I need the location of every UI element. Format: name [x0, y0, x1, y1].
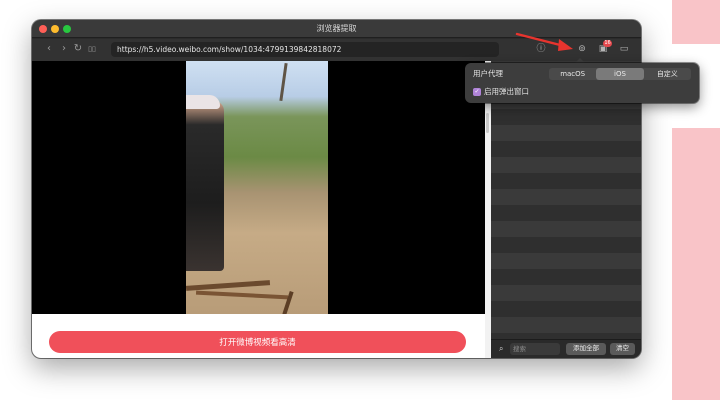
bookmarks-icon[interactable]: ▯▯	[86, 42, 98, 56]
enable-popups-label: 启用弹出窗口	[484, 87, 529, 96]
list-row	[491, 253, 641, 269]
search-icon: ⌕	[499, 344, 504, 353]
list-row	[491, 317, 641, 333]
toolbar: ‹ › ↻ ▯▯ https://h5.video.weibo.com/show…	[32, 39, 641, 61]
video-wood	[186, 280, 271, 291]
user-agent-icon[interactable]: ⊚	[575, 42, 589, 56]
web-content: 打开微博视频看高清	[32, 61, 485, 358]
clear-button[interactable]: 清空	[610, 343, 635, 355]
segment-custom[interactable]: 自定义	[644, 68, 691, 80]
enable-popups-checkbox[interactable]: ✓	[473, 88, 481, 96]
panel-bottom-bar: ⌕ 添加全部 清空	[491, 339, 641, 358]
video-player[interactable]	[32, 61, 485, 314]
open-weibo-button[interactable]: 打开微博视频看高清	[49, 331, 466, 353]
list-row	[491, 285, 641, 301]
content-scrollbar[interactable]	[486, 113, 489, 133]
video-hat	[186, 95, 220, 109]
info-icon[interactable]: ⓘ	[534, 42, 548, 56]
video-person	[186, 101, 224, 271]
segment-macos[interactable]: macOS	[549, 68, 596, 80]
segment-ios[interactable]: iOS	[596, 68, 644, 80]
media-count-badge: 16	[603, 40, 612, 47]
list-row	[491, 157, 641, 173]
forward-icon[interactable]: ›	[58, 42, 70, 56]
add-all-button[interactable]: 添加全部	[566, 343, 606, 355]
background-strip-top	[672, 0, 720, 44]
media-panel: ⌕ 添加全部 清空	[491, 61, 641, 358]
background-strip-bottom	[672, 128, 720, 400]
user-agent-segmented-control: macOS iOS 自定义	[549, 68, 691, 80]
search-input[interactable]	[510, 343, 560, 355]
window-title: 浏览器提取	[316, 24, 357, 33]
sidebar-toggle-icon[interactable]: ▭	[617, 42, 631, 56]
url-field[interactable]: https://h5.video.weibo.com/show/1034:479…	[111, 42, 499, 57]
list-row	[491, 221, 641, 237]
back-icon[interactable]: ‹	[43, 42, 55, 56]
video-wood	[195, 290, 289, 300]
video-frame	[186, 61, 328, 314]
list-row	[491, 189, 641, 205]
title-bar: 浏览器提取	[32, 20, 641, 38]
list-row	[491, 125, 641, 141]
video-tree	[279, 62, 288, 102]
reload-icon[interactable]: ↻	[72, 42, 84, 56]
user-agent-popover: 用户代理 macOS iOS 自定义 ✓ 启用弹出窗口	[465, 63, 699, 103]
user-agent-label: 用户代理	[473, 69, 503, 78]
